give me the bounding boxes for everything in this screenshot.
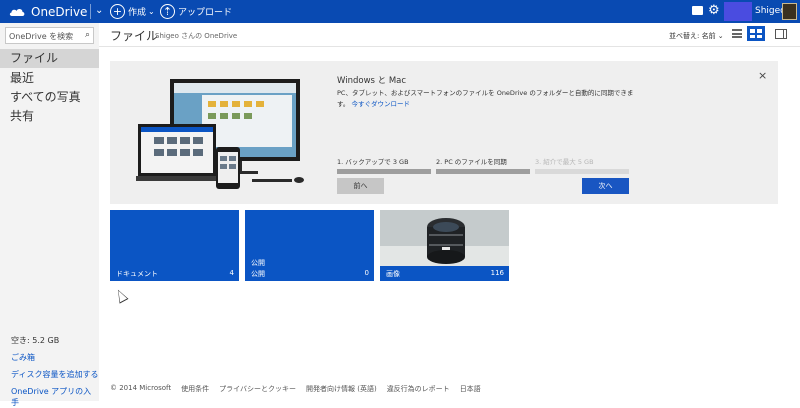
- step-2: 2. PC のファイルを同期: [436, 156, 530, 174]
- folder-subtitle: 公開: [251, 270, 265, 278]
- user-block[interactable]: [724, 2, 752, 21]
- prev-button[interactable]: 前へ: [337, 178, 384, 194]
- gear-icon[interactable]: ⚙: [708, 3, 720, 18]
- camera-lens-photo: [380, 210, 509, 266]
- footer-copyright: © 2014 Microsoft: [110, 384, 172, 392]
- get-apps-link[interactable]: OneDrive アプリの入手: [11, 386, 99, 408]
- step-3-bar: [535, 169, 629, 174]
- avatar[interactable]: [782, 3, 797, 20]
- upload-label: アップロード: [178, 8, 233, 18]
- folder-count: 4: [229, 269, 234, 277]
- sidebar: OneDrive を検索 ⌕ ファイル 最近 すべての写真 共有 空き: 5.2…: [0, 23, 99, 407]
- footer-privacy-link[interactable]: プライバシーとクッキー: [219, 384, 296, 398]
- promo-title: Windows と Mac: [337, 76, 407, 86]
- chat-icon[interactable]: [692, 6, 703, 15]
- step-3: 3. 紹介で最大 5 GB: [535, 156, 629, 174]
- tile-view-icon[interactable]: [747, 26, 765, 41]
- sort-dropdown[interactable]: 並べ替え: 名前 ⌄: [669, 31, 724, 41]
- add-storage-link[interactable]: ディスク容量を追加する: [11, 369, 98, 380]
- page-title: ファイル: [110, 29, 159, 43]
- step-2-bar: [436, 169, 530, 174]
- folder-tile-documents[interactable]: ドキュメント 4: [110, 210, 239, 281]
- folder-tile-pictures[interactable]: 画像 116: [380, 210, 509, 281]
- brand-divider: [90, 4, 91, 19]
- folder-count: 116: [490, 269, 504, 277]
- app-switcher-chevron-icon[interactable]: ⌄: [95, 5, 103, 16]
- onedrive-logo[interactable]: OneDrive: [8, 4, 87, 19]
- footer-developers-link[interactable]: 開発者向け情報 (英語): [306, 384, 377, 398]
- sync-promo-panel: × Windows と Mac PC、タブレット、およびスマートフォンのファイル…: [110, 61, 778, 204]
- create-button[interactable]: + 作成 ⌄: [110, 3, 155, 20]
- plus-icon: +: [110, 4, 125, 19]
- search-placeholder: OneDrive を検索: [9, 32, 74, 41]
- brand-name: OneDrive: [31, 4, 88, 19]
- step-1-label: 1. バックアップで 3 GB: [337, 158, 409, 166]
- sidebar-item-all-photos[interactable]: すべての写真: [0, 88, 99, 107]
- download-link[interactable]: 今すぐダウンロード: [351, 100, 410, 108]
- folder-name: 画像: [386, 270, 400, 278]
- close-icon[interactable]: ×: [758, 69, 767, 82]
- promo-steps: 1. バックアップで 3 GB 2. PC のファイルを同期 3. 紹介で最大 …: [337, 156, 629, 176]
- create-label: 作成: [128, 8, 147, 18]
- step-1: 1. バックアップで 3 GB: [337, 156, 431, 174]
- details-pane-icon[interactable]: [775, 29, 787, 39]
- sidebar-item-files[interactable]: ファイル: [0, 49, 99, 68]
- step-3-label: 3. 紹介で最大 5 GB: [535, 158, 594, 166]
- step-2-label: 2. PC のファイルを同期: [436, 158, 507, 166]
- promo-description: PC、タブレット、およびスマートフォンのファイルを OneDrive のフォルダ…: [337, 88, 635, 110]
- folder-thumbnail: [380, 210, 509, 266]
- top-bar: OneDrive ⌄ + 作成 ⌄ ⇡ アップロード ⚙ Shigeo: [0, 0, 800, 23]
- search-icon[interactable]: ⌕: [85, 30, 90, 40]
- search-input[interactable]: OneDrive を検索 ⌕: [5, 27, 94, 44]
- step-1-bar: [337, 169, 431, 174]
- folder-name: 公開: [251, 259, 265, 267]
- footer-language-link[interactable]: 日本語: [460, 384, 481, 398]
- cloud-icon: [9, 8, 25, 16]
- sidebar-item-recent[interactable]: 最近: [0, 69, 99, 88]
- devices-illustration: [136, 79, 304, 189]
- storage-free: 空き: 5.2 GB: [11, 336, 60, 345]
- list-view-icon[interactable]: [732, 29, 742, 38]
- upload-button[interactable]: ⇡ アップロード: [160, 3, 232, 20]
- page-footer: © 2014 Microsoft 使用条件 プライバシーとクッキー 開発者向け情…: [110, 384, 491, 398]
- breadcrumb: ファイル Shigeo さんの OneDrive 並べ替え: 名前 ⌄: [99, 23, 800, 47]
- next-button[interactable]: 次へ: [582, 178, 629, 194]
- footer-report-abuse-link[interactable]: 違反行為のレポート: [387, 384, 450, 398]
- footer-terms-link[interactable]: 使用条件: [181, 384, 209, 398]
- recycle-bin-link[interactable]: ごみ箱: [11, 352, 35, 363]
- sidebar-item-shared[interactable]: 共有: [0, 107, 99, 126]
- chevron-down-icon: ⌄: [148, 7, 155, 16]
- folder-tile-public[interactable]: 公開 公開 0: [245, 210, 374, 281]
- owner-label: Shigeo さんの OneDrive: [155, 32, 238, 40]
- upload-arrow-icon: ⇡: [160, 4, 175, 19]
- folder-count: 0: [364, 269, 369, 277]
- folder-name: ドキュメント: [116, 270, 158, 278]
